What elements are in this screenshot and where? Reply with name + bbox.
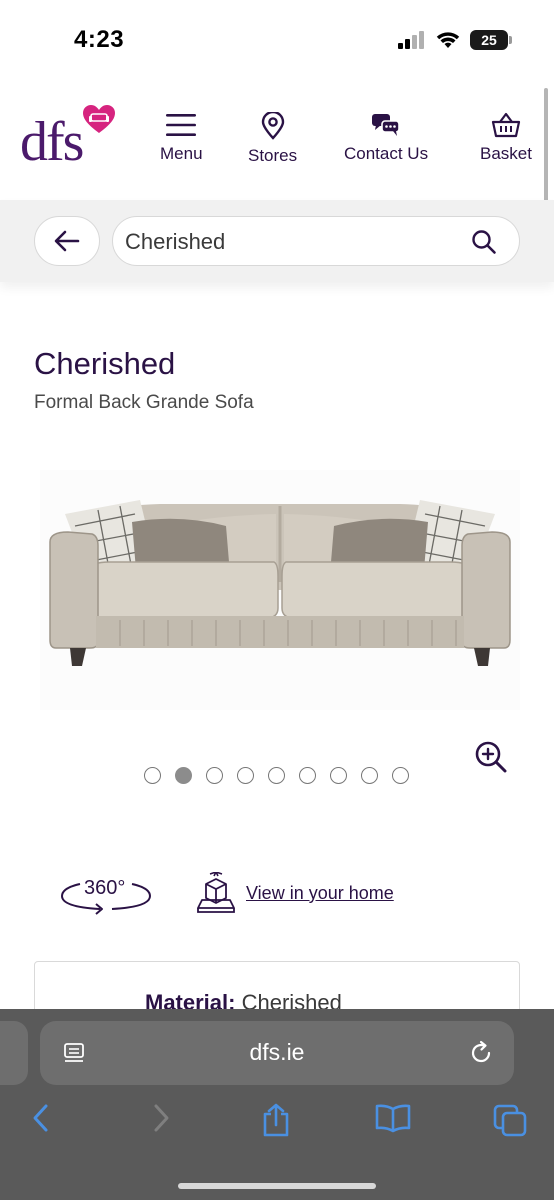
- view-360-label: 360°: [84, 877, 126, 899]
- previous-tab-peek[interactable]: [0, 1021, 28, 1085]
- zoom-in-icon[interactable]: [474, 740, 508, 774]
- nav-basket-button[interactable]: Basket: [480, 112, 532, 164]
- battery-level: 25: [481, 32, 497, 48]
- reload-icon[interactable]: [468, 1040, 494, 1066]
- wifi-icon: [436, 32, 460, 48]
- carousel-dot[interactable]: [361, 767, 378, 784]
- status-time: 4:23: [74, 26, 125, 53]
- search-box[interactable]: [112, 216, 520, 266]
- chat-bubbles-icon: [372, 114, 400, 136]
- basket-icon: [491, 112, 521, 138]
- status-icons: 25: [398, 30, 512, 50]
- carousel-dot[interactable]: [268, 767, 285, 784]
- heart-sofa-icon: [83, 105, 115, 133]
- share-icon[interactable]: [260, 1103, 292, 1137]
- carousel-dot[interactable]: [299, 767, 316, 784]
- carousel-dot[interactable]: [330, 767, 347, 784]
- hamburger-icon: [166, 114, 197, 136]
- browser-toolbar: dfs.ie: [0, 1009, 554, 1200]
- carousel-dot[interactable]: [206, 767, 223, 784]
- map-pin-icon: [261, 112, 284, 140]
- carousel-dots: [144, 767, 409, 784]
- browser-back-icon[interactable]: [30, 1103, 52, 1133]
- view-in-home-button[interactable]: View in your home: [196, 872, 394, 914]
- tabs-icon[interactable]: [492, 1103, 528, 1137]
- carousel-dot[interactable]: [175, 767, 192, 784]
- view-in-home-link[interactable]: View in your home: [246, 883, 394, 904]
- search-input[interactable]: [125, 225, 465, 259]
- logo-text: dfs: [20, 111, 84, 173]
- url-text: dfs.ie: [249, 1039, 305, 1065]
- back-button[interactable]: [34, 216, 100, 266]
- carousel-dot[interactable]: [144, 767, 161, 784]
- nav-menu-button[interactable]: Menu: [160, 112, 203, 164]
- carousel-dot[interactable]: [392, 767, 409, 784]
- nav-menu-label: Menu: [160, 144, 203, 163]
- product-title: Cherished: [34, 346, 176, 381]
- nav-stores-label: Stores: [248, 146, 298, 165]
- signal-icon: [398, 31, 424, 49]
- nav-stores-button[interactable]: Stores: [248, 112, 297, 166]
- search-band: [0, 200, 554, 282]
- site-header: dfs Menu Stores Contact Us Basket: [0, 90, 554, 198]
- home-indicator[interactable]: [178, 1183, 376, 1189]
- nav-contact-button[interactable]: Contact Us: [344, 112, 428, 164]
- address-bar[interactable]: dfs.ie: [40, 1021, 514, 1085]
- arrow-left-icon: [54, 230, 80, 252]
- carousel-dot[interactable]: [237, 767, 254, 784]
- product-subtitle: Formal Back Grande Sofa: [34, 392, 254, 413]
- bookmarks-icon[interactable]: [374, 1103, 412, 1133]
- ar-box-icon: [197, 872, 235, 913]
- view-360-button[interactable]: 360°: [60, 874, 152, 923]
- dfs-logo[interactable]: dfs: [20, 104, 120, 174]
- battery-indicator: 25: [470, 30, 512, 50]
- nav-basket-label: Basket: [480, 144, 532, 163]
- status-bar: 4:23 25: [0, 0, 554, 80]
- sofa-product-image[interactable]: [40, 470, 520, 710]
- nav-contact-label: Contact Us: [344, 144, 429, 163]
- search-icon[interactable]: [471, 229, 497, 255]
- browser-forward-icon[interactable]: [150, 1103, 172, 1133]
